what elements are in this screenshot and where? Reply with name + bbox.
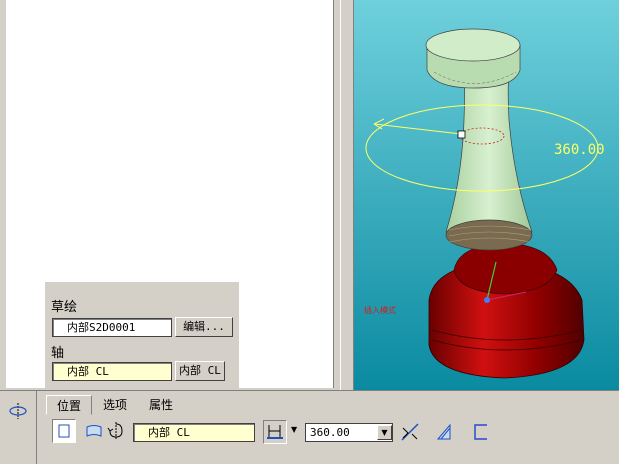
panel-splitter[interactable] bbox=[340, 0, 354, 395]
tab-properties[interactable]: 属性 bbox=[140, 395, 182, 415]
thicken-sketch-icon[interactable] bbox=[433, 420, 457, 444]
surface-icon[interactable] bbox=[82, 419, 106, 443]
bracket-icon[interactable] bbox=[469, 420, 493, 444]
depth-option-icon[interactable] bbox=[263, 420, 287, 444]
solid-icon[interactable] bbox=[52, 419, 76, 443]
tab-placement[interactable]: 位置 bbox=[46, 395, 92, 415]
edit-sketch-button[interactable]: 编辑... bbox=[175, 317, 233, 337]
model-preview-graphic: 360.00 插入模式 bbox=[354, 0, 619, 391]
revolve-feature-icon bbox=[8, 401, 28, 421]
remove-material-icon[interactable] bbox=[398, 420, 422, 444]
graphics-viewport[interactable]: 360.00 插入模式 bbox=[354, 0, 619, 391]
neck-bottom-face bbox=[445, 219, 533, 251]
angle-dropdown-button[interactable]: ▼ bbox=[377, 425, 392, 440]
sketch-label: 草绘 bbox=[51, 300, 78, 315]
angle-drag-handle bbox=[457, 130, 466, 139]
flip-direction-icon[interactable] bbox=[104, 419, 128, 443]
depth-dropdown-arrow[interactable]: ▼ bbox=[291, 425, 297, 434]
placement-panel: 草绘 内部S2D0001 编辑... 轴 内部 CL 内部 CL bbox=[45, 282, 239, 388]
axis-label: 轴 bbox=[51, 346, 65, 361]
dashboard-axis-field[interactable]: 内部 CL bbox=[133, 423, 255, 442]
insert-mode-label: 插入模式 bbox=[364, 305, 396, 315]
sketch-field[interactable]: 内部S2D0001 bbox=[52, 318, 172, 337]
tab-options[interactable]: 选项 bbox=[94, 395, 136, 415]
csys-origin bbox=[484, 297, 490, 303]
axis-field[interactable]: 内部 CL bbox=[52, 362, 172, 381]
angle-readout: 360.00 bbox=[554, 142, 605, 158]
revolve-dashboard: 位置 选项 属性 内部 CL ▼ 360.00 ▼ bbox=[0, 390, 619, 464]
axis-internal-button[interactable]: 内部 CL bbox=[175, 361, 225, 381]
top-cap-face bbox=[425, 28, 521, 62]
